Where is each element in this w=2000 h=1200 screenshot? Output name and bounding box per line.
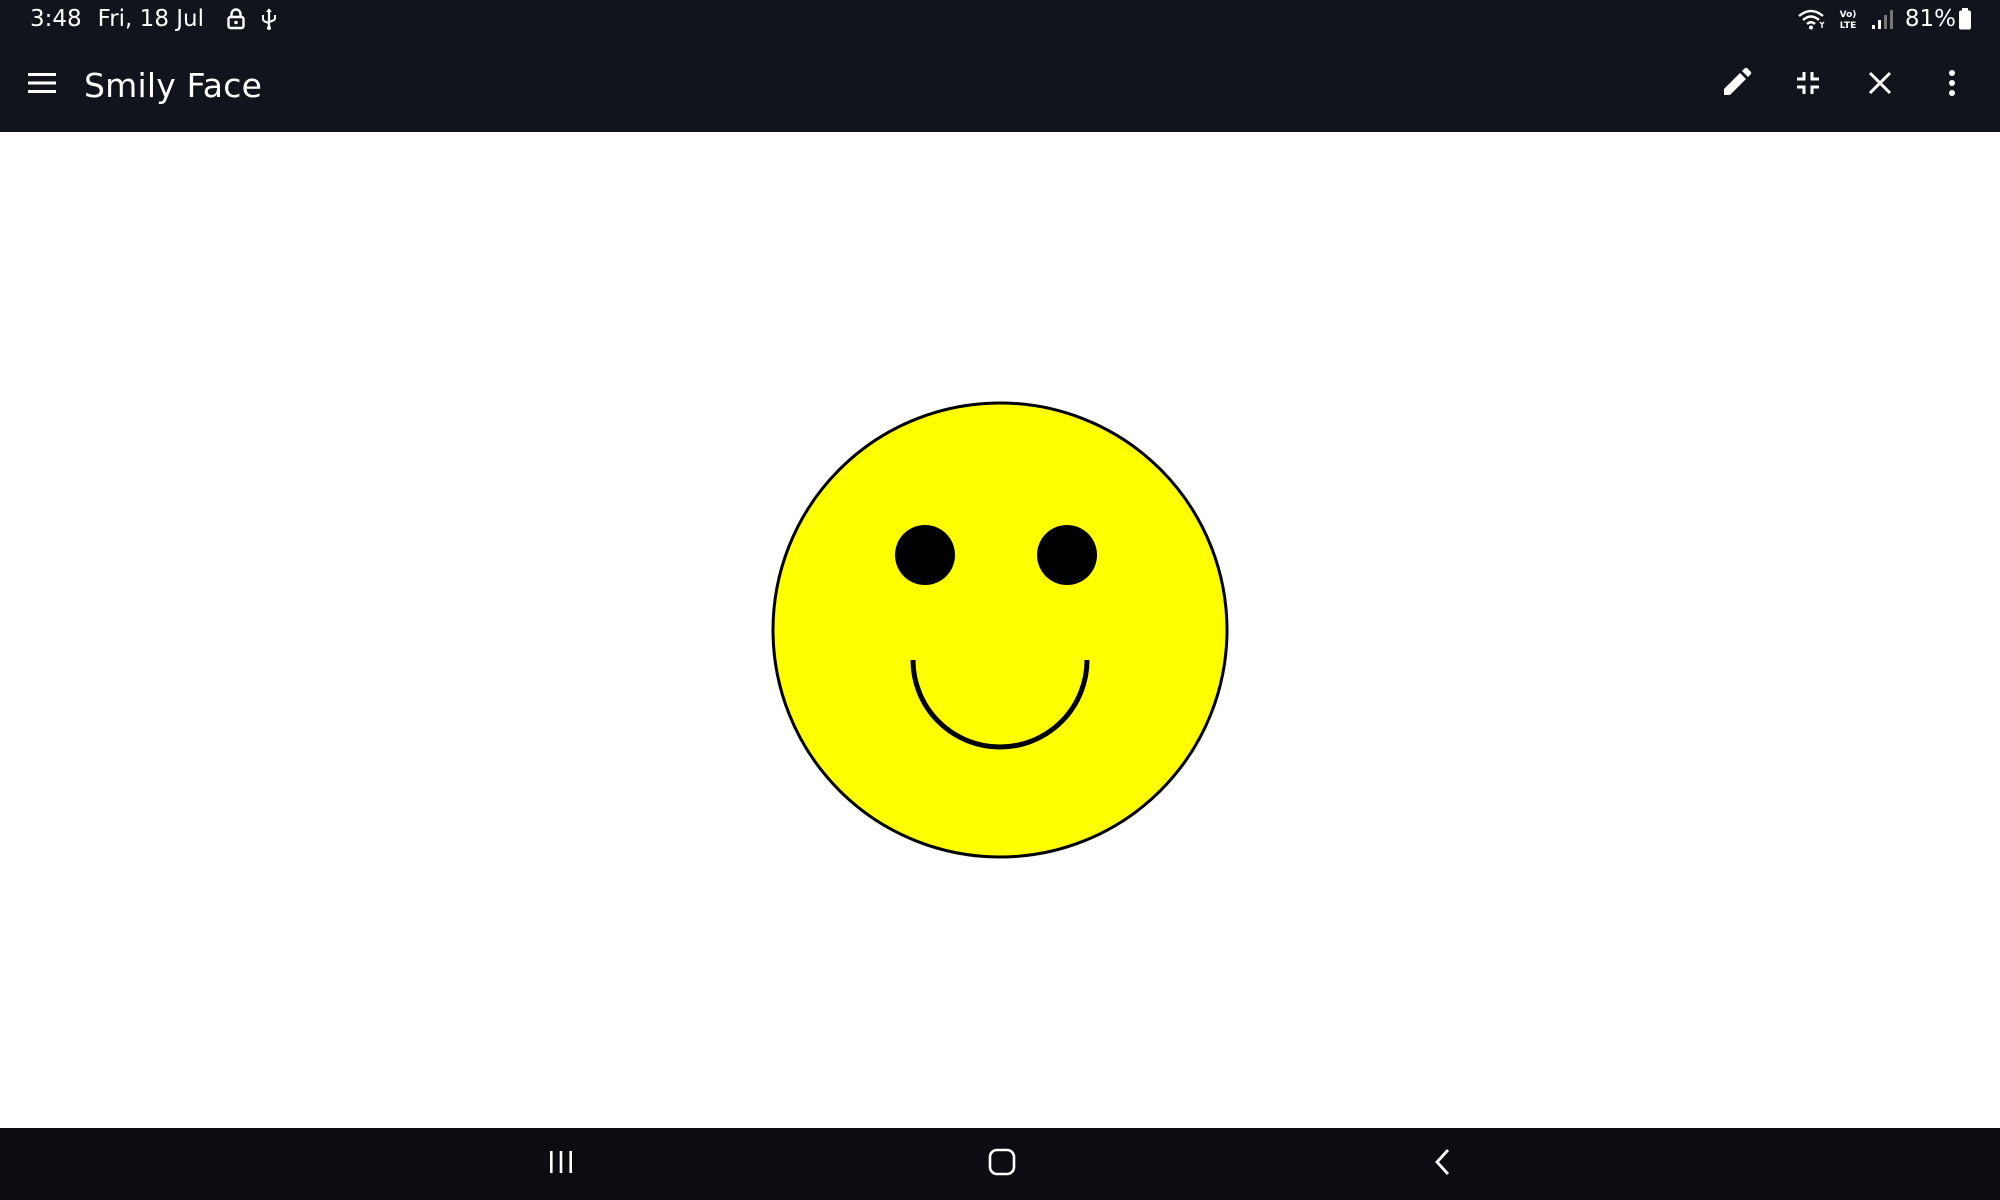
close-icon bbox=[1867, 70, 1893, 100]
back-button[interactable] bbox=[1383, 1128, 1503, 1200]
app-title: Smily Face bbox=[84, 65, 263, 105]
battery-icon bbox=[1958, 7, 1972, 31]
left-eye bbox=[895, 525, 955, 585]
exit-fullscreen-button[interactable] bbox=[1772, 38, 1844, 132]
wifi-icon bbox=[1797, 8, 1825, 30]
status-date: Fri, 18 Jul bbox=[97, 6, 205, 32]
status-bar: 3:48 Fri, 18 Jul Vo) LTE 81% bbox=[0, 0, 2000, 38]
battery-percent: 81% bbox=[1904, 6, 1956, 32]
recents-icon bbox=[547, 1149, 575, 1179]
volte-icon: Vo) LTE bbox=[1837, 7, 1859, 31]
exit-fullscreen-icon bbox=[1795, 70, 1821, 100]
status-right: Vo) LTE 81% bbox=[1797, 6, 1972, 32]
svg-text:Vo): Vo) bbox=[1839, 10, 1856, 20]
drawing-canvas bbox=[0, 132, 2000, 1128]
close-button[interactable] bbox=[1844, 38, 1916, 132]
signal-icon bbox=[1871, 8, 1893, 30]
edit-button[interactable] bbox=[1700, 38, 1772, 132]
status-left: 3:48 Fri, 18 Jul bbox=[30, 6, 278, 32]
home-icon bbox=[987, 1147, 1017, 1181]
back-icon bbox=[1433, 1147, 1453, 1181]
pencil-icon bbox=[1720, 67, 1752, 103]
smiley-face bbox=[771, 401, 1229, 859]
lock-icon bbox=[226, 8, 246, 30]
menu-icon bbox=[27, 72, 57, 98]
navigation-bar bbox=[0, 1128, 2000, 1200]
status-time: 3:48 bbox=[30, 6, 82, 32]
home-button[interactable] bbox=[942, 1128, 1062, 1200]
more-vert-icon bbox=[1947, 69, 1957, 101]
app-bar: Smily Face bbox=[0, 38, 2000, 132]
menu-button[interactable] bbox=[0, 38, 84, 132]
svg-text:LTE: LTE bbox=[1840, 21, 1857, 31]
app-actions bbox=[1700, 38, 1988, 132]
right-eye bbox=[1037, 525, 1097, 585]
smiley-drawing bbox=[771, 401, 1229, 859]
recents-button[interactable] bbox=[501, 1128, 621, 1200]
usb-icon bbox=[260, 7, 278, 31]
more-options-button[interactable] bbox=[1916, 38, 1988, 132]
